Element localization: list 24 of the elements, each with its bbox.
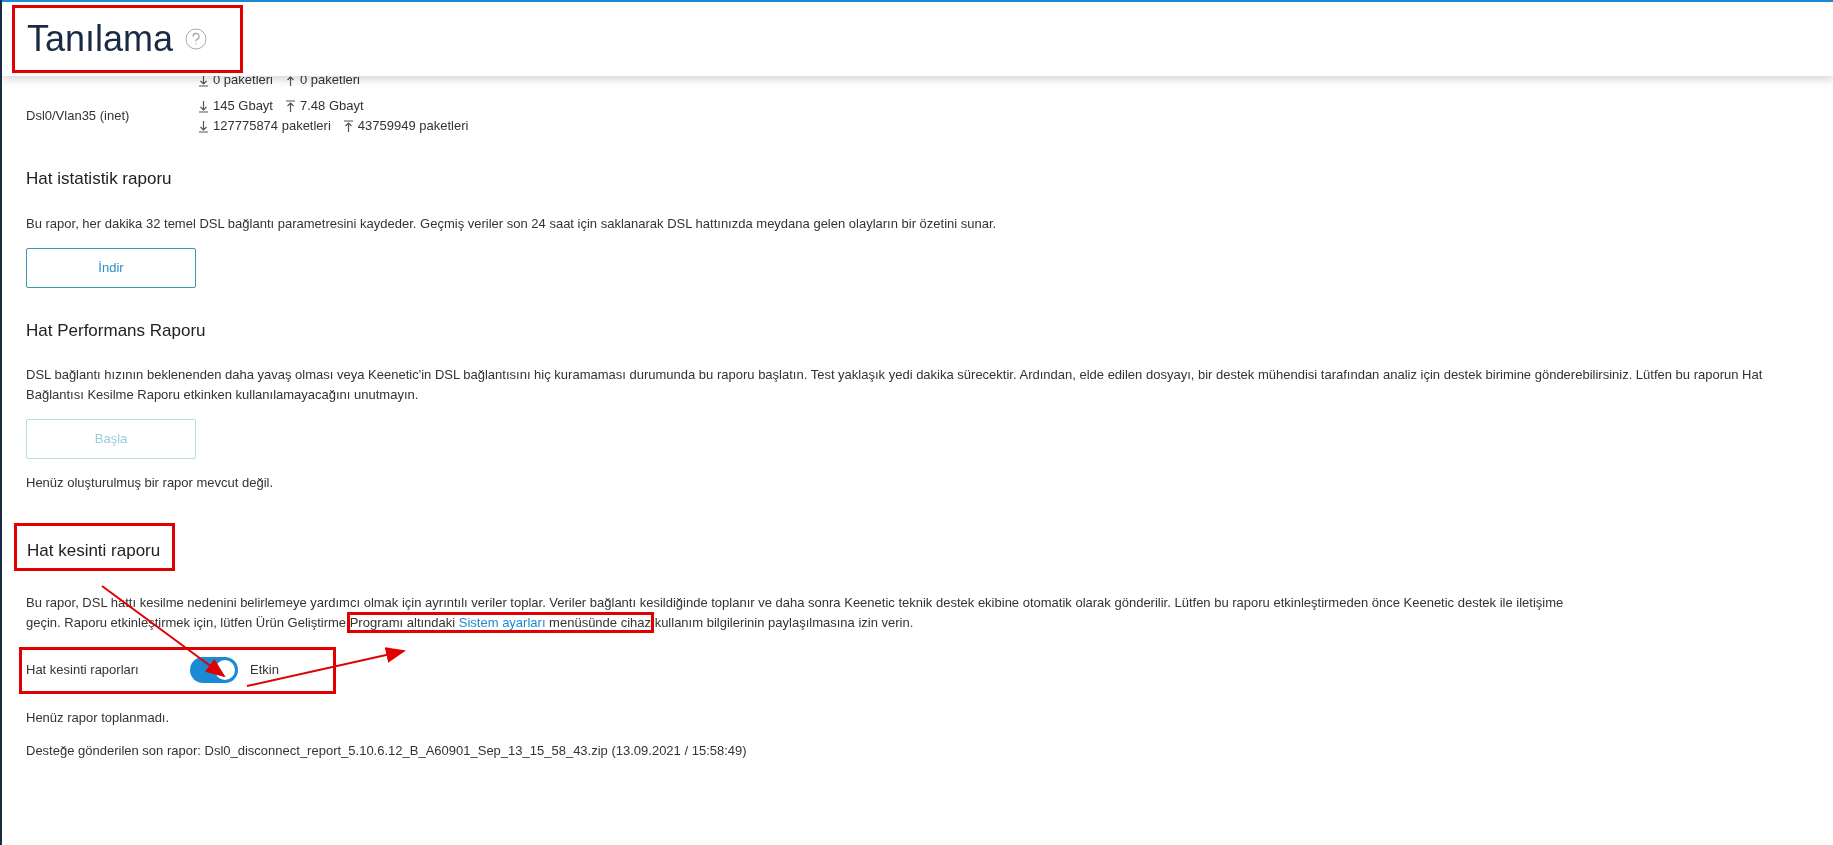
toggle-state: Etkin: [250, 661, 279, 680]
section-title: Hat kesinti raporu: [27, 540, 161, 562]
description-text: Bu rapor, her dakika 32 temel DSL bağlantı parametresini kaydeder. Geçmiş veriler son 24 saat için saklanarak DSL hattınızda meydana gelen olayların bir özetini sunar.: [26, 214, 998, 233]
status-text: Desteğe gönderilen son rapor: Dsl0_disconnect_report_5.10.6.12_B_A60901_Sep_13_15_58_43.zip (13.09.2021 / 15:58:49): [26, 742, 748, 760]
interface-name: Dsl0/Vlan35 (inet): [26, 108, 130, 124]
toggle-label: Hat kesinti raporları: [26, 661, 140, 680]
download-icon: [198, 99, 209, 113]
section-title: Hat istatistik raporu: [26, 168, 173, 190]
upload-icon: [342, 119, 354, 133]
page-title: Tanılama: [27, 17, 174, 61]
status-text: Henüz rapor toplanmadı.: [26, 708, 171, 727]
description-text: DSL bağlantı hızının beklenenden daha yavaş olması veya Keenetic'in DSL bağlantısını hiç kuramaması durumunda bu raporu başlatın. Test yaklaşık yedi dakika sürecektir. Ardından, elde edilen dosyayı, bir destek mühendisi tarafından analiz için destek birimine gönderebilirsiniz. Lütfen bu raporun Hat Bağlantısı Kesilme Raporu etkinken kullanılamayacağını unutmayın.: [26, 366, 1764, 404]
download-value: 127775874 paketleri: [213, 117, 331, 135]
download-icon: [198, 119, 209, 133]
action-button[interactable]: İndir: [26, 247, 196, 288]
system-settings-link[interactable]: Sistem ayarları: [458, 614, 546, 630]
section-title: Hat Performans Raporu: [26, 319, 207, 342]
download-icon: [198, 73, 209, 87]
upload-icon: [285, 99, 296, 113]
status-text: Henüz oluşturulmuş bir rapor mevcut değil.: [26, 474, 275, 492]
upload-value: 43759949 paketleri: [357, 117, 469, 135]
upload-value: 7.48 Gbayt: [300, 97, 364, 115]
download-value: 145 Gbayt: [213, 97, 273, 115]
upload-icon: [285, 73, 296, 87]
